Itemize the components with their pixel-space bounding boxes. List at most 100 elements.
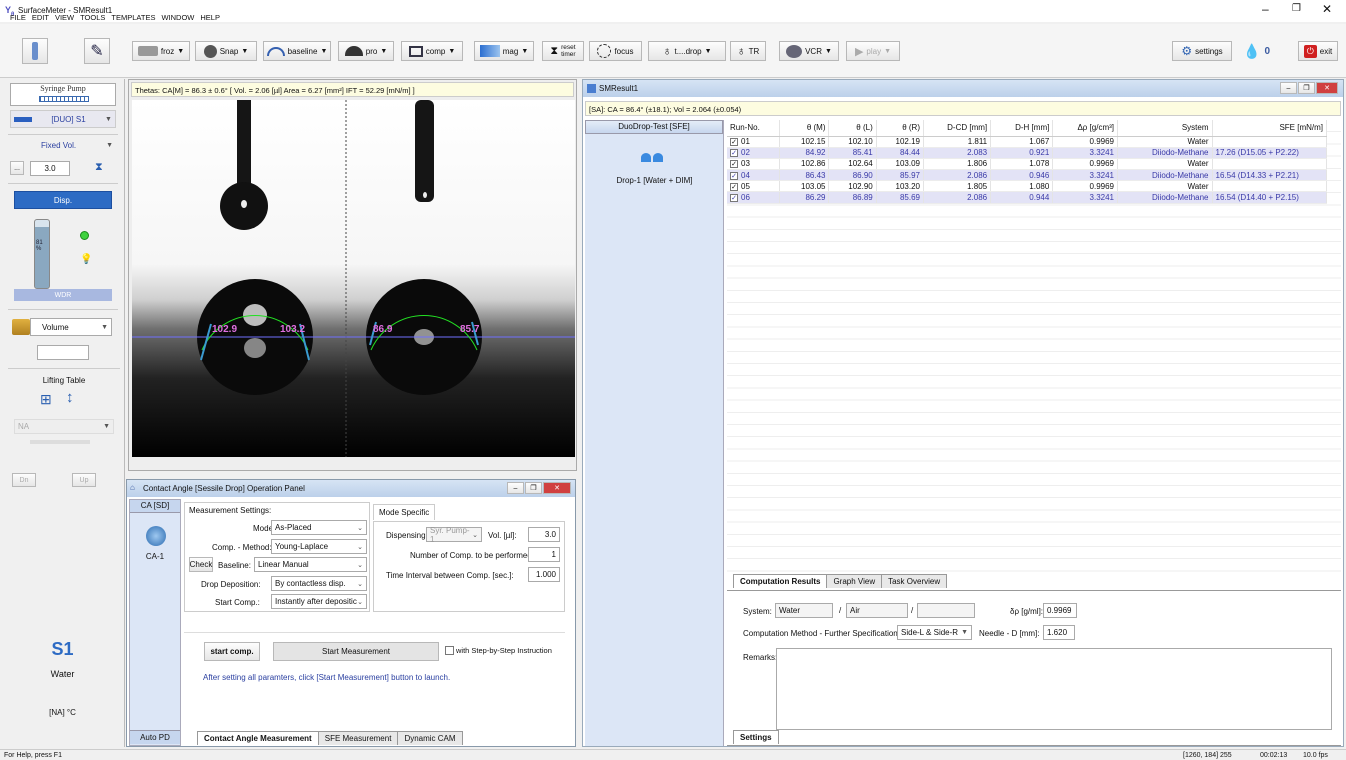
settings-button[interactable]: ⚙ settings [1172, 41, 1232, 61]
column-header[interactable]: D-H [mm] [990, 120, 1054, 137]
row-checkbox[interactable]: ✓ [730, 171, 738, 180]
tab-computation-results[interactable]: Computation Results [733, 574, 828, 588]
reset-volume-icon[interactable]: ⧗ [95, 161, 103, 174]
start-measurement-button[interactable]: Start Measurement [273, 642, 439, 661]
mode-select[interactable]: As-Placed ⌄ [271, 520, 367, 535]
updown-arrow-icon[interactable]: ↕ [66, 389, 74, 406]
results-restore-button[interactable]: ❐ [1298, 82, 1315, 94]
panel-minimize-button[interactable]: – [507, 482, 524, 494]
remarks-textarea[interactable] [776, 648, 1332, 730]
menu-templates[interactable]: TEMPLATES [111, 13, 155, 24]
test-header[interactable]: DuoDrop-Test [SFE] [585, 120, 723, 134]
settings-tab[interactable]: Settings [733, 730, 779, 744]
theta-badge-button[interactable]: 💧 0 [1243, 41, 1288, 61]
panel-close-button[interactable]: ✕ [543, 482, 571, 494]
table-row[interactable]: ✓ 06 86.29 86.89 85.69 2.086 0.944 3.3241 Diiodo… [727, 191, 1328, 204]
check-button[interactable]: Check [189, 557, 213, 572]
auto-pd-tab[interactable]: Auto PD [130, 730, 180, 744]
volume-mode-select[interactable]: Fixed Vol. ▼ [10, 137, 116, 154]
syringe-view-button[interactable] [22, 38, 48, 64]
ca-sd-tab[interactable]: CA [SD] [130, 500, 180, 513]
table-row[interactable]: ✓ 04 86.43 86.90 85.97 2.086 0.946 3.3241 Diiodo… [727, 169, 1328, 182]
volume-input[interactable]: 3.0 [30, 161, 70, 176]
tr-button[interactable]: ♁ TR [730, 41, 766, 61]
lifting-slider[interactable] [30, 440, 90, 444]
tab-contact-angle-measurement[interactable]: Contact Angle Measurement [197, 731, 319, 745]
baseline-select[interactable]: Linear Manual ⌄ [254, 557, 367, 572]
menu-help[interactable]: HELP [200, 13, 220, 24]
time-interval-field[interactable]: 1.000 [528, 567, 560, 582]
start-comp-button[interactable]: start comp. [204, 642, 260, 661]
column-header[interactable]: θ (M) [779, 120, 830, 137]
tab-graph-view[interactable]: Graph View [826, 574, 883, 588]
tdrop-button[interactable]: ♁ t....drop ▼ [648, 41, 726, 61]
vol-field[interactable]: 3.0 [528, 527, 560, 542]
drop-deposition-select[interactable]: By contactless disp. ⌄ [271, 576, 367, 591]
more-button[interactable]: ... [10, 161, 24, 175]
exit-button[interactable]: ⏻ exit [1298, 41, 1338, 61]
method-select[interactable]: Side-L & Side-R ▼ [897, 625, 972, 640]
table-row[interactable]: ✓ 05 103.05 102.90 103.20 1.805 1.080 0.9969 Wat… [727, 180, 1328, 193]
vcr-button[interactable]: VCR ▼ [779, 41, 839, 61]
ca1-item[interactable]: CA-1 [130, 552, 180, 561]
up-button[interactable]: Up [72, 473, 96, 487]
column-header[interactable]: θ (R) [876, 120, 924, 137]
needle-field[interactable]: 1.620 [1043, 625, 1075, 640]
results-minimize-button[interactable]: – [1280, 82, 1297, 94]
start-comp-select[interactable]: Instantly after depositic ⌄ [271, 594, 367, 609]
drop-item[interactable]: Drop-1 [Water + DIM] [585, 176, 724, 185]
row-checkbox[interactable]: ✓ [730, 138, 738, 147]
volume-readout[interactable] [37, 345, 89, 360]
menu-tools[interactable]: TOOLS [80, 13, 105, 24]
comp-method-select[interactable]: Young-Laplace ⌄ [271, 539, 367, 554]
step-checkbox[interactable] [445, 646, 454, 655]
panel-restore-button[interactable]: ❐ [525, 482, 542, 494]
table-row[interactable]: ✓ 03 102.86 102.64 103.09 1.806 1.078 0.9969 Wat… [727, 158, 1328, 171]
row-checkbox[interactable]: ✓ [730, 194, 738, 203]
edit-button[interactable]: ✎ [84, 38, 110, 64]
camera-frame[interactable]: 102.9 103.2 86.9 85.7 [132, 100, 575, 457]
wdr-button[interactable]: WDR [14, 289, 112, 301]
close-icon[interactable]: ✕ [1322, 2, 1332, 16]
mag-button[interactable]: mag ▼ [474, 41, 534, 61]
comp-button[interactable]: comp ▼ [401, 41, 463, 61]
column-header[interactable]: Run-No. [727, 120, 780, 137]
tab-task-overview[interactable]: Task Overview [881, 574, 948, 588]
tab-dynamic-cam[interactable]: Dynamic CAM [397, 731, 463, 745]
down-button[interactable]: Dn [12, 473, 36, 487]
row-checkbox[interactable]: ✓ [730, 182, 738, 191]
table-row[interactable]: ✓ 02 84.92 85.41 84.44 2.083 0.921 3.3241 Diiodo… [727, 147, 1328, 159]
menu-edit[interactable]: EDIT [32, 13, 49, 24]
menu-view[interactable]: VIEW [55, 13, 74, 24]
column-header[interactable]: System [1117, 120, 1213, 137]
column-header[interactable]: D-CD [mm] [923, 120, 992, 137]
table-row[interactable]: ✓ 01 102.15 102.10 102.19 1.811 1.067 0.9969 Wat… [727, 136, 1328, 148]
pump-select[interactable]: [DUO] S1 ▼ [10, 110, 116, 128]
volume-select[interactable]: Volume ▼ [30, 318, 112, 336]
density-field[interactable]: 0.9969 [1043, 603, 1077, 618]
pro-button[interactable]: pro ▼ [338, 41, 394, 61]
menu-window[interactable]: WINDOW [161, 13, 194, 24]
play-button[interactable]: ▶ play ▼ [846, 41, 900, 61]
results-close-button[interactable]: ✕ [1316, 82, 1338, 94]
dispensing-select[interactable]: Syr. Pump-1 ⌄ [426, 526, 482, 544]
column-header[interactable]: Δρ [g/cm³] [1052, 120, 1118, 137]
baseline-button[interactable]: baseline ▼ [263, 41, 331, 61]
row-checkbox[interactable]: ✓ [730, 160, 738, 169]
system-medium-field[interactable]: Air [846, 603, 908, 618]
tab-sfe-measurement[interactable]: SFE Measurement [317, 731, 399, 745]
column-header[interactable]: SFE [mN/m] [1212, 120, 1328, 137]
reset-timer-button[interactable]: ⧗ reset timer [542, 41, 584, 61]
snap-button[interactable]: Snap ▼ [195, 41, 257, 61]
num-comp-field[interactable]: 1 [528, 547, 560, 562]
froz-button[interactable]: froz ▼ [132, 41, 190, 61]
maximize-icon[interactable]: ❐ [1292, 3, 1301, 14]
minimize-icon[interactable]: – [1262, 2, 1269, 16]
mode-specific-tab[interactable]: Mode Specific [373, 504, 436, 520]
system-liquid-field[interactable]: Water [775, 603, 833, 618]
lifting-select[interactable]: NA ▼ [14, 419, 114, 434]
column-header[interactable]: θ (L) [828, 120, 877, 137]
system-third-field[interactable] [917, 603, 975, 618]
focus-button[interactable]: focus [589, 41, 642, 61]
dispense-button[interactable]: Disp. [14, 191, 112, 209]
